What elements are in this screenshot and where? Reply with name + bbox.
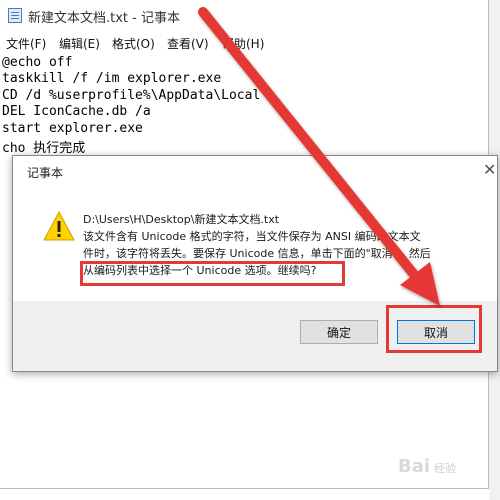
watermark-suffix: 经验 [434,462,457,475]
annotation-arrow-icon [198,7,440,306]
baidu-watermark: Bai 经验 [398,456,456,477]
watermark-text: Bai [398,456,431,477]
